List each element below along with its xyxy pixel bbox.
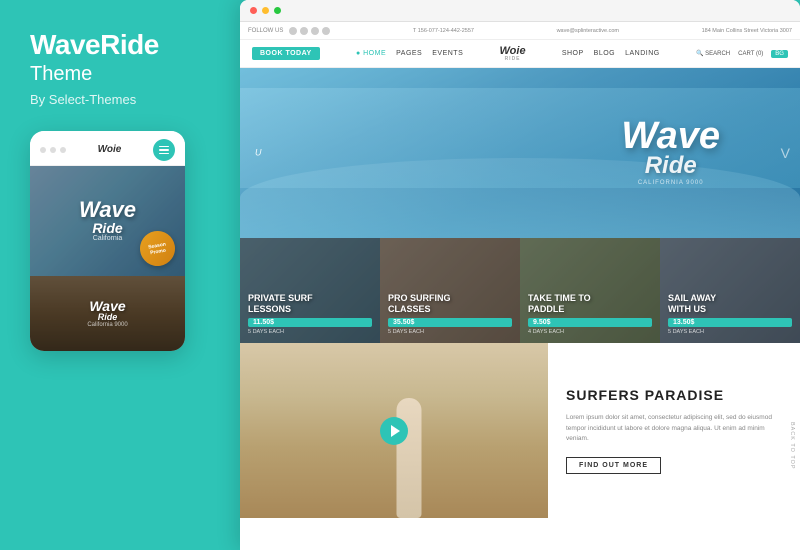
back-to-top[interactable]: BACK TO TOP [789, 422, 795, 470]
mobile-pier-ride: Ride [87, 313, 127, 322]
brand-subtitle: Theme [30, 63, 92, 86]
nav-logo-sub: RIDE [500, 57, 526, 62]
mobile-dot-1 [40, 147, 46, 153]
nav-home[interactable]: ● HOME [356, 50, 386, 57]
chrome-dot-green[interactable] [274, 7, 281, 14]
card-3-title: TAKE TIME TOPADDLE [528, 293, 652, 315]
activity-card-4[interactable]: SAIL AWAYWITH US 13.50$ 5 DAYS EACH [660, 238, 800, 343]
topbar-address: 184 Main Collins Street Victoria 3007 [702, 28, 792, 34]
bottom-section: SURFERS PARADISE Lorem ipsum dolor sit a… [240, 343, 800, 518]
card-3-overlay: TAKE TIME TOPADDLE 9.50$ 4 DAYS EACH [520, 238, 660, 343]
activity-card-1[interactable]: PRIVATE SURFLESSONS 11.50$ 5 DAYS EACH [240, 238, 380, 343]
activity-card-2[interactable]: PRO SURFINGCLASSES 35.50$ 5 DAYS EACH [380, 238, 520, 343]
menu-line-3 [159, 153, 169, 155]
hero-brand-text: Wave Ride California 9000 [621, 120, 720, 186]
brand-title: WaveRide [30, 30, 159, 61]
card-4-overlay: SAIL AWAYWITH US 13.50$ 5 DAYS EACH [660, 238, 800, 343]
mobile-hero-image: Wave Ride California SeasonPromo [30, 166, 185, 276]
card-4-days: 5 DAYS EACH [668, 329, 792, 335]
chrome-dot-red[interactable] [250, 7, 257, 14]
nav-links: ● HOME PAGES EVENTS [356, 50, 463, 57]
hero-right-arrow: V [781, 145, 790, 161]
site-hero: U Wave Ride California 9000 V [240, 68, 800, 238]
nav-logo-text: Woie [500, 46, 526, 57]
mobile-wave-text: Wave [79, 199, 136, 221]
site-nav: BOOK TODAY ● HOME PAGES EVENTS Woie RIDE… [240, 40, 800, 68]
nav-links-right: SHOP BLOG LANDING [562, 50, 660, 57]
brand-byline: By Select-Themes [30, 92, 136, 107]
mobile-pier-section: Wave Ride California 9000 [30, 276, 185, 351]
mobile-menu-icon[interactable] [153, 139, 175, 161]
mobile-dot-2 [50, 147, 56, 153]
social-icon-4[interactable] [322, 27, 330, 35]
mobile-pier-wave: Wave [87, 299, 127, 313]
card-2-title: PRO SURFINGCLASSES [388, 293, 512, 315]
mobile-logo: Woie [98, 144, 122, 155]
card-1-overlay: PRIVATE SURFLESSONS 11.50$ 5 DAYS EACH [240, 238, 380, 343]
card-4-title: SAIL AWAYWITH US [668, 293, 792, 315]
browser-chrome [240, 0, 800, 22]
site-logo-nav: Woie RIDE [500, 46, 526, 62]
bottom-surf-image [240, 343, 548, 518]
card-3-price: 9.50$ [528, 318, 652, 327]
activity-card-3[interactable]: TAKE TIME TOPADDLE 9.50$ 4 DAYS EACH [520, 238, 660, 343]
surfers-paradise-body: Lorem ipsum dolor sit amet, consectetur … [566, 413, 782, 444]
nav-right-actions: 🔍 SEARCH CART (0) BG [696, 50, 788, 58]
play-button[interactable] [380, 417, 408, 445]
nav-shop[interactable]: SHOP [562, 50, 584, 57]
card-2-overlay: PRO SURFINGCLASSES 35.50$ 5 DAYS EACH [380, 238, 520, 343]
mobile-pier-brand: Wave Ride California 9000 [87, 299, 127, 328]
social-icons [289, 27, 330, 35]
card-1-title: PRIVATE SURFLESSONS [248, 293, 372, 315]
follow-us-label: FOLLOW US [248, 28, 283, 34]
surfer-body [397, 398, 422, 518]
hero-left-text: U [255, 147, 262, 160]
chrome-dot-yellow[interactable] [262, 7, 269, 14]
mobile-pier-overlay: Wave Ride California 9000 [30, 276, 185, 351]
topbar-left: FOLLOW US [248, 27, 330, 35]
mobile-top-bar: Woie [30, 131, 185, 166]
mobile-dots [40, 147, 66, 153]
nav-pages[interactable]: PAGES [396, 50, 422, 57]
find-out-button[interactable]: FIND OUT MORE [566, 457, 661, 474]
mobile-hero-sub: California [79, 235, 136, 242]
mobile-ride-text: Ride [79, 221, 136, 235]
card-2-price: 35.50$ [388, 318, 512, 327]
nav-cart[interactable]: CART (0) [738, 51, 763, 57]
hero-ride-script: Ride [645, 152, 697, 179]
hero-wave-script: Wave [621, 120, 720, 152]
right-panel: FOLLOW US T 156-077-124-442-2557 wave@sp… [240, 0, 800, 550]
play-icon [391, 425, 400, 437]
social-icon-3[interactable] [311, 27, 319, 35]
nav-blog[interactable]: BLOG [594, 50, 615, 57]
nav-search[interactable]: 🔍 SEARCH [696, 50, 730, 57]
mobile-dot-3 [60, 147, 66, 153]
card-1-days: 5 DAYS EACH [248, 329, 372, 335]
menu-line-2 [159, 149, 169, 151]
mobile-wave-brand: Wave Ride California [79, 199, 136, 242]
nav-landing[interactable]: LANDING [625, 50, 660, 57]
book-today-button[interactable]: BOOK TODAY [252, 47, 320, 60]
left-panel: WaveRide Theme By Select-Themes Woie Wav… [0, 0, 240, 550]
activity-cards: PRIVATE SURFLESSONS 11.50$ 5 DAYS EACH P… [240, 238, 800, 343]
card-4-price: 13.50$ [668, 318, 792, 327]
hero-california: California 9000 [621, 180, 720, 186]
nav-bg-button[interactable]: BG [771, 50, 788, 58]
menu-line-1 [159, 146, 169, 148]
card-1-price: 11.50$ [248, 318, 372, 327]
surfers-paradise-title: SURFERS PARADISE [566, 387, 782, 403]
bottom-right-content: SURFERS PARADISE Lorem ipsum dolor sit a… [548, 343, 800, 518]
topbar-phone: T 156-077-124-442-2557 [413, 28, 474, 34]
social-icon-1[interactable] [289, 27, 297, 35]
site-topbar: FOLLOW US T 156-077-124-442-2557 wave@sp… [240, 22, 800, 40]
mobile-mockup: Woie Wave Ride California SeasonPromo [30, 131, 185, 351]
card-2-days: 5 DAYS EACH [388, 329, 512, 335]
card-3-days: 4 DAYS EACH [528, 329, 652, 335]
nav-events[interactable]: EVENTS [432, 50, 463, 57]
mobile-pier-sub: California 9000 [87, 322, 127, 328]
topbar-email: wave@splinteractive.com [557, 28, 619, 34]
social-icon-2[interactable] [300, 27, 308, 35]
